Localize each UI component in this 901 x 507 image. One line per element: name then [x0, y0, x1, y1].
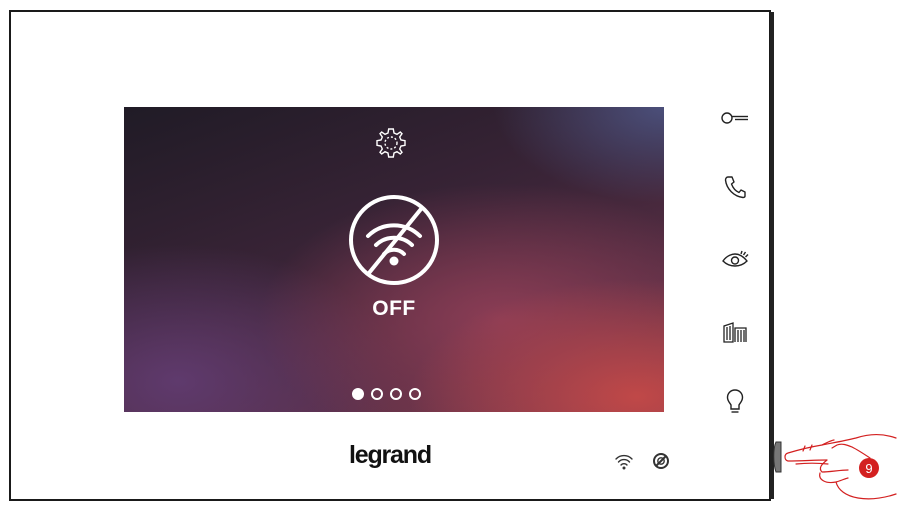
do-not-disturb-icon: [653, 453, 669, 469]
wifi-signal-icon: [615, 454, 633, 470]
page-indicator: [352, 388, 421, 400]
step-number: 9: [865, 461, 872, 476]
page-dot[interactable]: [409, 388, 421, 400]
page-dot[interactable]: [390, 388, 402, 400]
page-dot-active[interactable]: [352, 388, 364, 400]
door-lock-button[interactable]: [718, 103, 752, 133]
key-icon: [721, 112, 748, 124]
gate-button[interactable]: [718, 317, 752, 347]
light-bulb-icon: [726, 389, 744, 413]
display-screen: OFF: [124, 107, 664, 412]
eye-icon: [722, 250, 749, 267]
side-button-strip: [770, 12, 774, 499]
phone-handset-icon: [724, 176, 746, 199]
camera-view-button[interactable]: [718, 244, 752, 274]
legrand-logo: legrand: [349, 441, 432, 469]
hand-pressing-illustration: 9: [773, 434, 897, 500]
gear-icon[interactable]: [374, 126, 408, 160]
gate-icon: [723, 322, 747, 343]
light-button[interactable]: [718, 387, 752, 417]
answer-call-button[interactable]: [718, 172, 752, 202]
wifi-off-icon: [349, 195, 439, 285]
page-dot[interactable]: [371, 388, 383, 400]
wifi-status-label: OFF: [372, 297, 416, 320]
